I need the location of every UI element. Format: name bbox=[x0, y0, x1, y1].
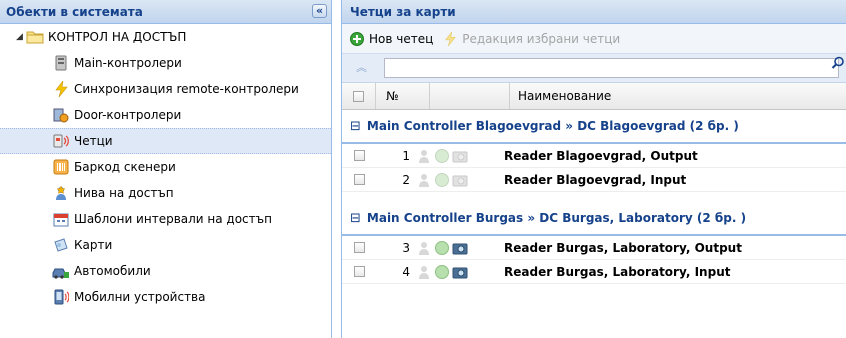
group-header[interactable]: ⊟ Main Controller Blagoevgrad » DC Blago… bbox=[342, 110, 846, 144]
row-name: Reader Blagoevgrad, Input bbox=[504, 172, 687, 187]
tree-item-label: Шаблони интервали на достъп bbox=[74, 212, 272, 226]
camera-icon bbox=[452, 175, 468, 186]
tree-item-label: Нива на достъп bbox=[74, 186, 174, 200]
group-title: Main Controller Blagoevgrad » DC Blagoev… bbox=[366, 119, 739, 133]
column-status-header bbox=[430, 83, 510, 109]
door-controller-icon bbox=[52, 107, 70, 123]
status-circle-icon bbox=[435, 172, 449, 187]
tree-item-label: Синхронизация remote-контролери bbox=[74, 82, 299, 96]
tree-item-door-controllers[interactable]: Door-контролери bbox=[0, 102, 331, 128]
tree-item-vehicles[interactable]: Автомобили bbox=[0, 258, 331, 284]
folder-icon bbox=[26, 29, 44, 45]
row-status-icons bbox=[416, 148, 496, 164]
new-reader-button[interactable]: Нов четец bbox=[350, 31, 434, 46]
group-title: Main Controller Burgas » DC Burgas, Labo… bbox=[366, 211, 747, 225]
status-circle-icon bbox=[435, 148, 449, 163]
table-row[interactable]: 2 Reader Blagoevgrad, Input bbox=[342, 168, 846, 192]
expand-triangle-icon[interactable]: ◢ bbox=[16, 32, 26, 42]
tree-item-main-controllers[interactable]: Main-контролери bbox=[0, 50, 331, 76]
select-all-checkbox[interactable] bbox=[353, 90, 364, 102]
tree-node-label: КОНТРОЛ НА ДОСТЪП bbox=[48, 30, 187, 44]
person-icon bbox=[419, 173, 429, 187]
table-row[interactable]: 1 Reader Blagoevgrad, Output bbox=[342, 144, 846, 168]
edit-selected-readers-button[interactable]: Редакция избрани четци bbox=[443, 31, 620, 47]
tree-item-label: Мобилни устройства bbox=[74, 290, 206, 304]
select-all-checkbox-cell bbox=[342, 83, 376, 109]
status-circle-icon bbox=[435, 240, 449, 255]
status-circle-icon bbox=[435, 264, 449, 279]
readers-panel-title: Четци за карти bbox=[350, 5, 456, 19]
camera-icon bbox=[452, 243, 468, 254]
add-icon bbox=[350, 31, 364, 46]
row-checkbox[interactable] bbox=[353, 174, 365, 185]
row-status-icons bbox=[416, 172, 496, 188]
column-name-header[interactable]: Наименование bbox=[510, 89, 611, 103]
row-checkbox[interactable] bbox=[353, 242, 365, 253]
tree-item-mobile-devices[interactable]: Мобилни устройства bbox=[0, 284, 331, 310]
row-status-icons bbox=[416, 264, 496, 280]
star-person-icon bbox=[52, 185, 70, 201]
table-row[interactable]: 3 Reader Burgas, Laboratory, Output bbox=[342, 236, 846, 260]
mobile-device-icon bbox=[52, 289, 70, 305]
tree-item-label: Main-контролери bbox=[74, 56, 182, 70]
objects-panel-header: Обекти в системата « bbox=[0, 0, 331, 24]
readers-panel: Четци за карти Нов четец Редакция избран… bbox=[341, 0, 846, 338]
objects-tree: ◢ КОНТРОЛ НА ДОСТЪП Main-контролери Синх… bbox=[0, 24, 331, 310]
readers-panel-header: Четци за карти bbox=[342, 0, 846, 24]
objects-panel-title: Обекти в системата bbox=[6, 5, 143, 19]
row-checkbox[interactable] bbox=[353, 266, 365, 277]
search-bar: ︽ bbox=[342, 54, 846, 83]
row-number: 2 bbox=[402, 172, 410, 187]
row-number: 3 bbox=[402, 240, 410, 255]
calendar-icon bbox=[52, 211, 70, 227]
barcode-scanner-icon bbox=[52, 159, 70, 175]
tree-item-barcode-scanners[interactable]: Баркод скенери bbox=[0, 154, 331, 180]
tree-item-label: Баркод скенери bbox=[74, 160, 176, 174]
group-header[interactable]: ⊟ Main Controller Burgas » DC Burgas, La… bbox=[342, 202, 846, 236]
group-collapse-icon[interactable]: ⊟ bbox=[350, 211, 361, 226]
grid-header: № Наименование bbox=[342, 83, 846, 110]
lightning-icon bbox=[52, 81, 70, 97]
tree-item-label: Автомобили bbox=[74, 264, 151, 278]
car-icon bbox=[52, 263, 70, 279]
table-row[interactable]: 4 Reader Burgas, Laboratory, Input bbox=[342, 260, 846, 284]
tree-item-access-levels[interactable]: Нива на достъп bbox=[0, 180, 331, 206]
card-icon bbox=[52, 237, 70, 253]
row-status-icons bbox=[416, 240, 496, 256]
person-icon bbox=[419, 241, 429, 255]
objects-panel: Обекти в системата « ◢ КОНТРОЛ НА ДОСТЪП… bbox=[0, 0, 332, 338]
camera-icon bbox=[452, 267, 468, 278]
tree-item-readers[interactable]: Четци bbox=[0, 128, 331, 154]
tree-item-label: Четци bbox=[74, 134, 113, 148]
tree-node-access-control[interactable]: ◢ КОНТРОЛ НА ДОСТЪП bbox=[0, 24, 331, 50]
row-name: Reader Blagoevgrad, Output bbox=[504, 148, 698, 163]
column-number-header[interactable]: № bbox=[376, 83, 430, 109]
group-collapse-icon[interactable]: ⊟ bbox=[350, 119, 361, 134]
row-checkbox[interactable] bbox=[353, 150, 365, 161]
search-icon[interactable] bbox=[831, 56, 845, 73]
row-number: 4 bbox=[402, 264, 410, 279]
lightning-icon bbox=[443, 31, 457, 47]
row-name: Reader Burgas, Laboratory, Input bbox=[504, 264, 731, 279]
collapse-panel-button[interactable]: « bbox=[312, 4, 327, 18]
new-reader-label: Нов четец bbox=[369, 31, 434, 46]
row-name: Reader Burgas, Laboratory, Output bbox=[504, 240, 742, 255]
server-icon bbox=[52, 55, 70, 71]
search-input[interactable] bbox=[384, 58, 839, 78]
tree-item-label: Карти bbox=[74, 238, 113, 252]
edit-selected-readers-label: Редакция избрани четци bbox=[462, 31, 621, 46]
tree-item-cards[interactable]: Карти bbox=[0, 232, 331, 258]
tree-item-label: Door-контролери bbox=[74, 108, 182, 122]
collapse-up-icon[interactable]: ︽ bbox=[356, 59, 367, 75]
tree-item-access-interval-templates[interactable]: Шаблони интервали на достъп bbox=[0, 206, 331, 232]
person-icon bbox=[419, 265, 429, 279]
row-number: 1 bbox=[402, 148, 410, 163]
card-reader-icon bbox=[52, 133, 70, 149]
readers-toolbar: Нов четец Редакция избрани четци bbox=[342, 24, 846, 54]
person-icon bbox=[419, 149, 429, 163]
tree-item-sync-remote-controllers[interactable]: Синхронизация remote-контролери bbox=[0, 76, 331, 102]
camera-icon bbox=[452, 151, 468, 162]
